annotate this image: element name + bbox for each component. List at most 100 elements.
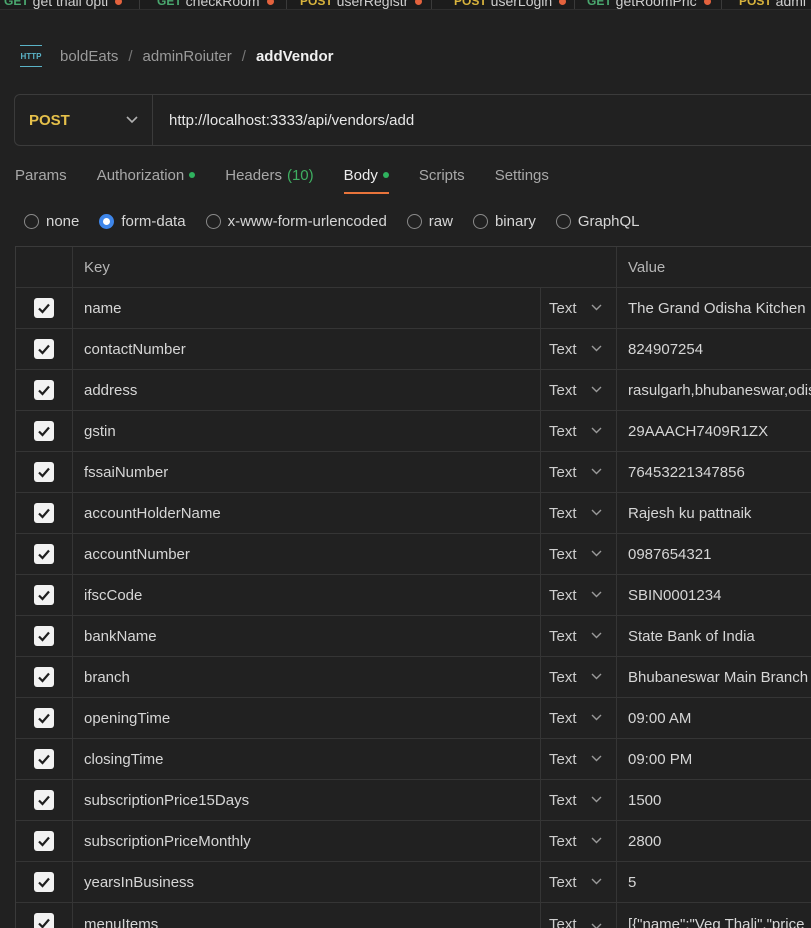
key-input[interactable]: accountHolderName [73, 493, 541, 533]
row-checkbox[interactable] [34, 339, 54, 359]
type-select[interactable]: Text [541, 575, 617, 615]
key-input[interactable]: yearsInBusiness [73, 862, 541, 902]
type-select[interactable]: Text [541, 780, 617, 820]
radio-graphql[interactable]: GraphQL [555, 210, 640, 232]
open-tab[interactable]: GET checkRoom [157, 0, 274, 9]
tab-scripts[interactable]: Scripts [419, 164, 465, 186]
value-input[interactable]: 0987654321 [617, 534, 811, 574]
type-select[interactable]: Text [541, 739, 617, 779]
method-select[interactable]: POST [15, 95, 153, 145]
value-input[interactable]: 09:00 PM [617, 739, 811, 779]
type-select[interactable]: Text [541, 411, 617, 451]
value-input[interactable]: 29AAACH7409R1ZX [617, 411, 811, 451]
table-row: name Text The Grand Odisha Kitchen [16, 288, 811, 329]
key-input[interactable]: openingTime [73, 698, 541, 738]
row-checkbox[interactable] [34, 831, 54, 851]
value-input[interactable]: [{"name":"Veg Thali","price [617, 903, 811, 928]
key-input[interactable]: fssaiNumber [73, 452, 541, 492]
radio-raw[interactable]: raw [406, 210, 453, 232]
key-input[interactable]: accountNumber [73, 534, 541, 574]
type-select[interactable]: Text [541, 903, 617, 928]
radio-selected-icon [99, 213, 115, 229]
open-tab[interactable]: GET get thali opti [4, 0, 123, 9]
key-input[interactable]: name [73, 288, 541, 328]
value-input[interactable]: Bhubaneswar Main Branch [617, 657, 811, 697]
breadcrumb-folder[interactable]: adminRoiuter [143, 48, 232, 65]
row-checkbox[interactable] [34, 503, 54, 523]
row-checkbox[interactable] [34, 749, 54, 769]
url-input[interactable]: http://localhost:3333/api/vendors/add [153, 112, 414, 129]
value-input[interactable]: 1500 [617, 780, 811, 820]
body-type-selector: none form-data x-www-form-urlencoded raw… [24, 210, 640, 232]
key-input[interactable]: branch [73, 657, 541, 697]
radio-circle-icon [406, 213, 422, 229]
value-input[interactable]: 76453221347856 [617, 452, 811, 492]
row-checkbox[interactable] [34, 790, 54, 810]
type-select[interactable]: Text [541, 657, 617, 697]
tab-settings[interactable]: Settings [495, 164, 549, 186]
row-checkbox[interactable] [34, 913, 54, 928]
row-checkbox[interactable] [34, 462, 54, 482]
type-select[interactable]: Text [541, 493, 617, 533]
table-row: accountHolderName Text Rajesh ku pattnaik [16, 493, 811, 534]
key-input[interactable]: address [73, 370, 541, 410]
chevron-down-icon [591, 466, 602, 478]
row-checkbox[interactable] [34, 585, 54, 605]
radio-none[interactable]: none [24, 210, 79, 232]
row-checkbox[interactable] [34, 421, 54, 441]
row-checkbox[interactable] [34, 626, 54, 646]
radio-urlencoded[interactable]: x-www-form-urlencoded [205, 210, 387, 232]
type-select[interactable]: Text [541, 452, 617, 492]
table-row: fssaiNumber Text 76453221347856 [16, 452, 811, 493]
value-input[interactable]: Rajesh ku pattnaik [617, 493, 811, 533]
value-input[interactable]: SBIN0001234 [617, 575, 811, 615]
value-input[interactable]: The Grand Odisha Kitchen [617, 288, 811, 328]
value-input[interactable]: State Bank of India [617, 616, 811, 656]
key-input[interactable]: ifscCode [73, 575, 541, 615]
type-select[interactable]: Text [541, 616, 617, 656]
request-name[interactable]: addVendor [256, 48, 334, 65]
value-input[interactable]: 824907254 [617, 329, 811, 369]
open-tab[interactable]: POST userLogin [454, 0, 567, 9]
row-checkbox[interactable] [34, 298, 54, 318]
tab-authorization[interactable]: Authorization [97, 164, 196, 186]
value-input[interactable]: 5 [617, 862, 811, 902]
http-icon: HTTP [20, 45, 42, 67]
radio-form-data[interactable]: form-data [99, 210, 186, 232]
type-select[interactable]: Text [541, 288, 617, 328]
key-input[interactable]: subscriptionPriceMonthly [73, 821, 541, 861]
tab-body[interactable]: Body [343, 164, 390, 194]
key-input[interactable]: closingTime [73, 739, 541, 779]
key-input[interactable]: gstin [73, 411, 541, 451]
type-select[interactable]: Text [541, 370, 617, 410]
tab-headers[interactable]: Headers (10) [225, 164, 313, 186]
type-select[interactable]: Text [541, 698, 617, 738]
type-select[interactable]: Text [541, 534, 617, 574]
row-checkbox[interactable] [34, 872, 54, 892]
key-input[interactable]: menuItems [73, 903, 541, 928]
check-icon [37, 506, 51, 520]
row-checkbox[interactable] [34, 380, 54, 400]
radio-label: form-data [121, 212, 186, 230]
breadcrumb-workspace[interactable]: boldEats [60, 48, 118, 65]
radio-binary[interactable]: binary [472, 210, 536, 232]
key-input[interactable]: contactNumber [73, 329, 541, 369]
key-input[interactable]: subscriptionPrice15Days [73, 780, 541, 820]
value-input[interactable]: 09:00 AM [617, 698, 811, 738]
value-input[interactable]: rasulgarh,bhubaneswar,odisha [617, 370, 811, 410]
type-select[interactable]: Text [541, 821, 617, 861]
chevron-down-icon [591, 712, 602, 724]
tab-params[interactable]: Params [15, 164, 67, 186]
table-row: subscriptionPriceMonthly Text 2800 [16, 821, 811, 862]
value-input[interactable]: 2800 [617, 821, 811, 861]
open-tab[interactable]: POST admi [739, 0, 806, 9]
check-icon [37, 342, 51, 356]
row-checkbox[interactable] [34, 667, 54, 687]
type-select[interactable]: Text [541, 862, 617, 902]
key-input[interactable]: bankName [73, 616, 541, 656]
row-checkbox[interactable] [34, 708, 54, 728]
type-select[interactable]: Text [541, 329, 617, 369]
open-tab[interactable]: POST userRegistr [300, 0, 423, 9]
open-tab[interactable]: GET getRoomPric [587, 0, 711, 9]
row-checkbox[interactable] [34, 544, 54, 564]
